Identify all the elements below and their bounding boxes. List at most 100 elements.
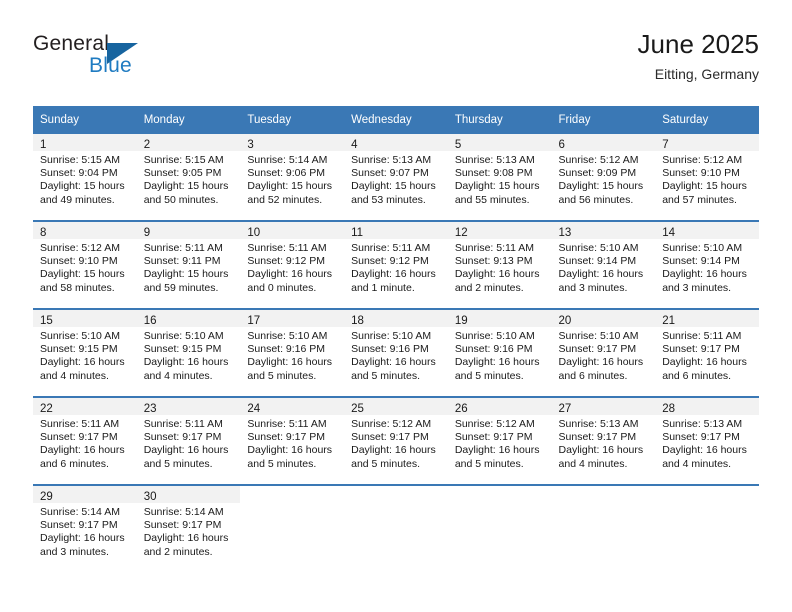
- daylight-text-line1: Daylight: 16 hours: [247, 356, 333, 369]
- day-cell-details: [240, 503, 344, 506]
- daylight-text-line1: Daylight: 15 hours: [558, 180, 644, 193]
- sunset-text: Sunset: 9:17 PM: [454, 431, 533, 444]
- calendar-day-cell[interactable]: 12 Sunrise: 5:11 AM Sunset: 9:13 PM Dayligh…: [447, 220, 552, 309]
- daylight-text-line2: and 3 minutes.: [40, 545, 109, 558]
- daylight-text-line1: Daylight: 15 hours: [143, 180, 229, 193]
- calendar-day-cell[interactable]: 8 Sunrise: 5:12 AM Sunset: 9:10 PM Daylight…: [33, 220, 137, 309]
- calendar-day-cell[interactable]: 16 Sunrise: 5:10 AM Sunset: 9:15 PM Dayligh…: [136, 308, 241, 397]
- calendar-page: General Blue June 2025 Eitting, Germany …: [0, 0, 792, 612]
- day-cell-details: Sunrise: 5:11 AM Sunset: 9:12 PM Daylight:…: [240, 239, 344, 295]
- calendar-day-cell[interactable]: 24 Sunrise: 5:11 AM Sunset: 9:17 PM Dayligh…: [240, 396, 345, 485]
- daylight-text-line1: Daylight: 15 hours: [40, 268, 125, 281]
- daylight-text-line1: Daylight: 16 hours: [247, 444, 333, 457]
- calendar-day-cell[interactable]: 27 Sunrise: 5:13 AM Sunset: 9:17 PM Dayligh…: [551, 396, 656, 485]
- sunrise-text: Sunrise: 5:12 AM: [662, 154, 743, 166]
- day-number-band: 25: [344, 398, 448, 415]
- calendar-day-cell[interactable]: 23 Sunrise: 5:11 AM Sunset: 9:17 PM Dayligh…: [136, 396, 241, 485]
- calendar-day-cell[interactable]: 15 Sunrise: 5:10 AM Sunset: 9:15 PM Dayligh…: [33, 308, 137, 397]
- day-number-band: 26: [447, 398, 552, 415]
- day-cell-inner: 26 Sunrise: 5:12 AM Sunset: 9:17 PM Dayligh…: [447, 398, 552, 484]
- daylight-text-line2: and 2 minutes.: [143, 545, 213, 558]
- daylight-text-line1: Daylight: 16 hours: [351, 356, 436, 369]
- day-number: 18: [351, 315, 364, 327]
- calendar-day-cell[interactable]: 6 Sunrise: 5:12 AM Sunset: 9:09 PM Daylight…: [551, 134, 656, 221]
- sunrise-text: Sunrise: 5:12 AM: [351, 418, 432, 430]
- calendar-day-cell-empty: [447, 484, 552, 572]
- day-number-band: 16: [136, 310, 241, 327]
- day-cell-inner: 17 Sunrise: 5:10 AM Sunset: 9:16 PM Dayligh…: [240, 310, 345, 396]
- sunset-text: Sunset: 9:13 PM: [454, 255, 533, 268]
- day-cell-details: Sunrise: 5:13 AM Sunset: 9:17 PM Daylight:…: [655, 415, 759, 471]
- sunrise-text: Sunrise: 5:10 AM: [40, 330, 120, 342]
- calendar-day-cell[interactable]: 29 Sunrise: 5:14 AM Sunset: 9:17 PM Dayligh…: [33, 484, 137, 572]
- calendar-body: 1 Sunrise: 5:15 AM Sunset: 9:04 PM Daylight…: [33, 134, 759, 572]
- sunset-text: Sunset: 9:14 PM: [558, 255, 637, 268]
- calendar-day-cell[interactable]: 30 Sunrise: 5:14 AM Sunset: 9:17 PM Dayligh…: [136, 484, 241, 572]
- sunset-text: Sunset: 9:04 PM: [40, 167, 118, 180]
- day-number: 11: [351, 227, 364, 239]
- daylight-text-line1: Daylight: 16 hours: [454, 268, 540, 281]
- page-title: June 2025: [637, 29, 759, 59]
- sunset-text: Sunset: 9:12 PM: [351, 255, 429, 268]
- day-cell-details: Sunrise: 5:11 AM Sunset: 9:17 PM Daylight:…: [33, 415, 137, 471]
- calendar-day-cell[interactable]: 21 Sunrise: 5:11 AM Sunset: 9:17 PM Dayligh…: [655, 308, 759, 397]
- calendar-day-cell[interactable]: 11 Sunrise: 5:11 AM Sunset: 9:12 PM Dayligh…: [344, 220, 448, 309]
- day-cell-details: Sunrise: 5:10 AM Sunset: 9:17 PM Daylight:…: [552, 327, 656, 383]
- sunset-text: Sunset: 9:09 PM: [558, 167, 637, 180]
- day-number-band: 22: [33, 398, 137, 415]
- daylight-text-line1: Daylight: 16 hours: [351, 268, 436, 281]
- day-number-band: 29: [33, 486, 137, 503]
- day-number: 28: [662, 403, 676, 415]
- daylight-text-line1: Daylight: 16 hours: [143, 444, 229, 457]
- daylight-text-line1: Daylight: 16 hours: [662, 268, 747, 281]
- day-number: 14: [662, 227, 676, 239]
- general-blue-logo[interactable]: General Blue: [33, 32, 153, 88]
- day-number: 7: [662, 139, 669, 151]
- calendar-day-cell[interactable]: 17 Sunrise: 5:10 AM Sunset: 9:16 PM Dayligh…: [240, 308, 345, 397]
- calendar-day-cell[interactable]: 25 Sunrise: 5:12 AM Sunset: 9:17 PM Dayligh…: [344, 396, 448, 485]
- calendar-day-cell[interactable]: 22 Sunrise: 5:11 AM Sunset: 9:17 PM Dayligh…: [33, 396, 137, 485]
- calendar-day-cell[interactable]: 2 Sunrise: 5:15 AM Sunset: 9:05 PM Daylight…: [136, 134, 241, 221]
- calendar-day-cell[interactable]: 18 Sunrise: 5:10 AM Sunset: 9:16 PM Dayligh…: [344, 308, 448, 397]
- day-cell-details: Sunrise: 5:10 AM Sunset: 9:15 PM Daylight:…: [33, 327, 137, 383]
- daylight-text-line2: and 5 minutes.: [247, 369, 317, 382]
- day-number: 20: [558, 315, 572, 327]
- page-header: General Blue June 2025 Eitting, Germany: [33, 28, 759, 96]
- daylight-text-line2: and 55 minutes.: [454, 193, 530, 206]
- day-cell-details: [344, 503, 448, 506]
- sunrise-text: Sunrise: 5:10 AM: [558, 242, 639, 254]
- daylight-text-line1: Daylight: 16 hours: [351, 444, 436, 457]
- calendar-day-cell-empty: [240, 484, 345, 572]
- day-number-band: 28: [655, 398, 759, 415]
- calendar-day-cell[interactable]: 26 Sunrise: 5:12 AM Sunset: 9:17 PM Dayligh…: [447, 396, 552, 485]
- day-cell-inner: 19 Sunrise: 5:10 AM Sunset: 9:16 PM Dayligh…: [447, 310, 552, 396]
- daylight-text-line1: Daylight: 15 hours: [143, 268, 229, 281]
- calendar-day-cell[interactable]: 20 Sunrise: 5:10 AM Sunset: 9:17 PM Dayligh…: [551, 308, 656, 397]
- day-cell-details: Sunrise: 5:15 AM Sunset: 9:05 PM Daylight:…: [137, 151, 241, 207]
- sunrise-text: Sunrise: 5:11 AM: [351, 242, 431, 254]
- day-cell-inner: 27 Sunrise: 5:13 AM Sunset: 9:17 PM Dayligh…: [551, 398, 656, 484]
- sunset-text: Sunset: 9:17 PM: [40, 431, 118, 444]
- sunrise-text: Sunrise: 5:12 AM: [40, 242, 120, 254]
- daylight-text-line1: Daylight: 16 hours: [454, 356, 540, 369]
- daylight-text-line2: and 2 minutes.: [454, 281, 524, 294]
- calendar-day-cell[interactable]: 1 Sunrise: 5:15 AM Sunset: 9:04 PM Daylight…: [33, 134, 137, 221]
- calendar-day-cell[interactable]: 9 Sunrise: 5:11 AM Sunset: 9:11 PM Daylight…: [136, 220, 241, 309]
- calendar-day-cell[interactable]: 14 Sunrise: 5:10 AM Sunset: 9:14 PM Dayligh…: [655, 220, 759, 309]
- day-cell-inner: 8 Sunrise: 5:12 AM Sunset: 9:10 PM Daylight…: [33, 222, 137, 308]
- weekday-header-thursday: Thursday: [447, 106, 552, 134]
- calendar-day-cell[interactable]: 19 Sunrise: 5:10 AM Sunset: 9:16 PM Dayligh…: [447, 308, 552, 397]
- sunset-text: Sunset: 9:14 PM: [662, 255, 740, 268]
- calendar-day-cell[interactable]: 3 Sunrise: 5:14 AM Sunset: 9:06 PM Daylight…: [240, 134, 345, 221]
- calendar-day-cell[interactable]: 13 Sunrise: 5:10 AM Sunset: 9:14 PM Dayligh…: [551, 220, 656, 309]
- calendar-day-cell[interactable]: 10 Sunrise: 5:11 AM Sunset: 9:12 PM Dayligh…: [240, 220, 345, 309]
- calendar-day-cell[interactable]: 4 Sunrise: 5:13 AM Sunset: 9:07 PM Daylight…: [344, 134, 448, 221]
- calendar-day-cell[interactable]: 28 Sunrise: 5:13 AM Sunset: 9:17 PM Dayligh…: [655, 396, 759, 485]
- day-number-band: 1: [33, 134, 137, 151]
- calendar-day-cell[interactable]: 5 Sunrise: 5:13 AM Sunset: 9:08 PM Daylight…: [447, 134, 552, 221]
- calendar-day-cell[interactable]: 7 Sunrise: 5:12 AM Sunset: 9:10 PM Daylight…: [655, 134, 759, 221]
- day-cell-details: Sunrise: 5:12 AM Sunset: 9:10 PM Daylight:…: [33, 239, 137, 295]
- daylight-text-line1: Daylight: 16 hours: [40, 532, 125, 545]
- sunrise-text: Sunrise: 5:14 AM: [143, 506, 224, 518]
- day-number: 10: [247, 227, 261, 239]
